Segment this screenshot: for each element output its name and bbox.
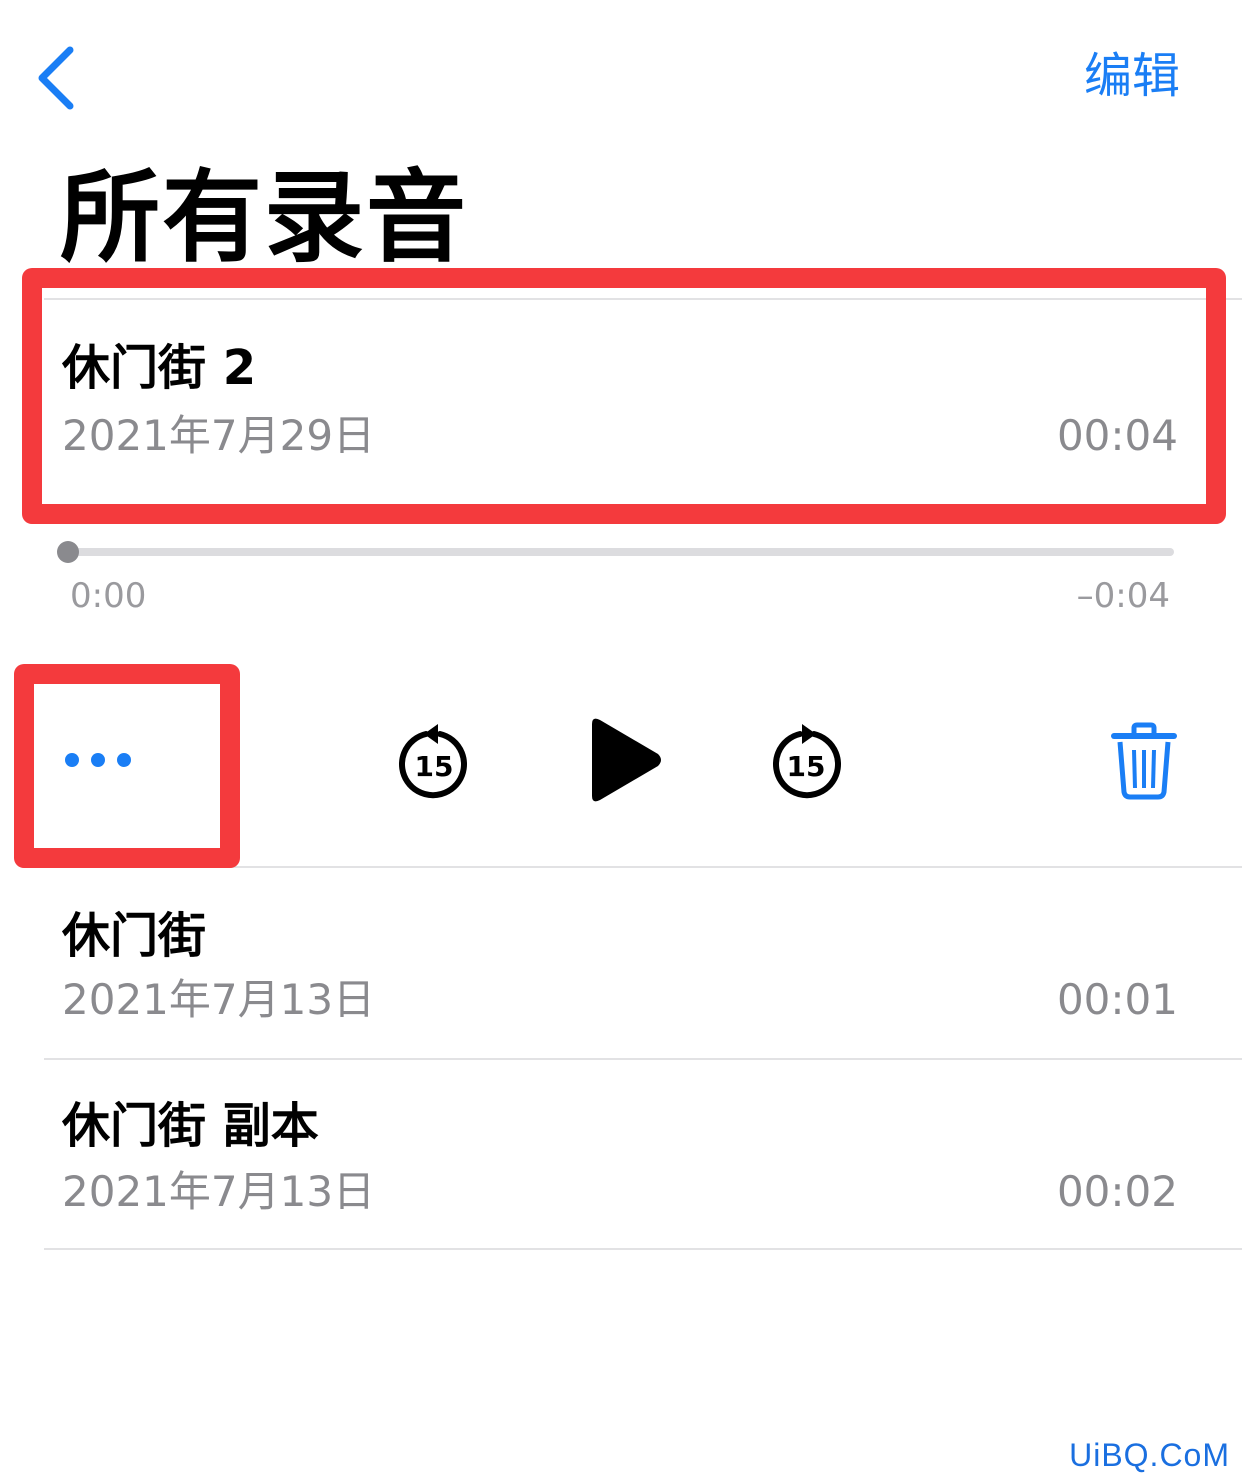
playback-scrubber[interactable] (66, 548, 1174, 556)
skip-forward-15-icon: 15 (773, 724, 841, 799)
recording-duration: 00:04 (1056, 411, 1178, 460)
recording-date: 2021年7月13日 (62, 1167, 376, 1216)
skip-forward-button[interactable]: 15 (768, 722, 844, 802)
remaining-time: –0:04 (1076, 576, 1170, 616)
more-button[interactable] (58, 735, 138, 785)
recording-title: 休门街 (62, 908, 207, 964)
play-icon (592, 718, 661, 802)
recording-item[interactable]: 休门街 副本 2021年7月13日 00:02 (0, 1060, 1242, 1250)
skip-back-label: 15 (415, 750, 454, 783)
recording-duration: 00:01 (1056, 975, 1178, 1024)
elapsed-time: 0:00 (70, 576, 147, 616)
scrubber-handle[interactable] (57, 541, 79, 563)
trash-icon (1111, 722, 1177, 800)
watermark: UiBQ.CoM (1069, 1437, 1230, 1473)
recording-duration: 00:02 (1056, 1167, 1178, 1216)
back-button[interactable] (30, 42, 86, 114)
skip-back-15-icon: 15 (399, 724, 467, 799)
divider (44, 1248, 1242, 1250)
skip-forward-label: 15 (787, 750, 826, 783)
recording-date: 2021年7月29日 (62, 411, 376, 460)
recording-date: 2021年7月13日 (62, 975, 376, 1024)
recording-title: 休门街 副本 (62, 1098, 319, 1154)
skip-back-button[interactable]: 15 (396, 722, 472, 802)
recording-title: 休门街 2 (62, 340, 257, 396)
more-icon (65, 753, 131, 767)
page-title: 所有录音 (60, 159, 468, 276)
play-button[interactable] (584, 714, 666, 806)
chevron-left-icon (38, 46, 74, 110)
edit-button[interactable]: 编辑 (1084, 46, 1180, 106)
recording-item[interactable]: 休门街 2021年7月13日 00:01 (0, 868, 1242, 1058)
delete-button[interactable] (1110, 722, 1178, 800)
